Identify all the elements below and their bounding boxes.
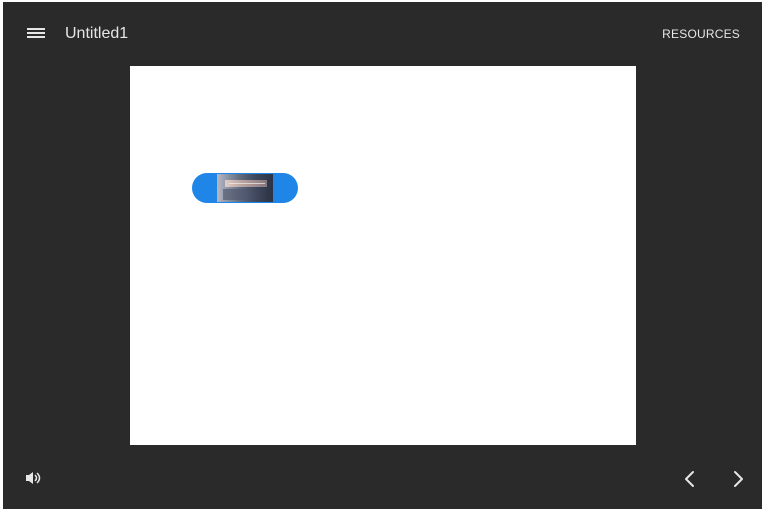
thumbnail-shade	[223, 189, 269, 200]
player-window: Untitled1 RESOURCES	[3, 2, 762, 509]
resources-link[interactable]: RESOURCES	[662, 26, 740, 42]
page-title: Untitled1	[65, 25, 129, 42]
media-object[interactable]	[192, 173, 298, 203]
speaker-icon[interactable]	[25, 470, 43, 486]
hamburger-menu-icon[interactable]	[27, 26, 45, 40]
chevron-right-icon	[734, 471, 743, 487]
slide-canvas	[130, 66, 636, 445]
menu-line	[27, 36, 45, 38]
next-slide-button[interactable]	[728, 468, 748, 490]
menu-line	[27, 32, 45, 34]
chevron-left-icon	[685, 471, 694, 487]
video-thumbnail	[217, 174, 273, 202]
menu-line	[27, 28, 45, 30]
thumbnail-highlight	[229, 183, 265, 184]
previous-slide-button[interactable]	[680, 468, 700, 490]
